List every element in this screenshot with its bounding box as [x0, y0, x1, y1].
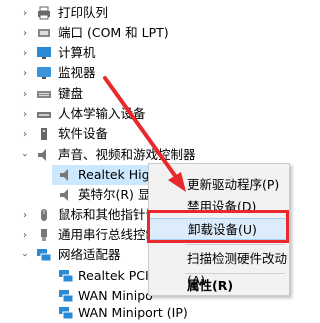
- menu-item-uninstall-device[interactable]: 卸载设备(U): [149, 218, 289, 240]
- tree-item-label: Realtek PCIe: [78, 268, 157, 283]
- menu-separator: [185, 273, 285, 274]
- chevron-right-icon[interactable]: ›: [20, 8, 30, 19]
- network-adapter-icon: [59, 307, 74, 320]
- tree-item-label: WAN Miniport (IP): [78, 305, 188, 320]
- tree-item-monitors[interactable]: › 监视器: [0, 63, 290, 83]
- speaker-icon: [38, 149, 46, 161]
- tree-item-software-devices[interactable]: › 软件设备: [0, 124, 290, 144]
- tree-item-keyboards[interactable]: › 键盘: [0, 84, 290, 104]
- computer-icon: [37, 47, 51, 59]
- tree-item-label: 网络适配器: [58, 247, 121, 262]
- tree-item-wan-miniport-ip[interactable]: WAN Miniport (IP): [0, 303, 290, 323]
- menu-item-scan-hardware[interactable]: 扫描检测硬件改动(A): [149, 248, 289, 288]
- tree-item-computer[interactable]: › 计算机: [0, 43, 290, 63]
- menu-item-properties[interactable]: 属性(R): [149, 275, 289, 297]
- chevron-right-icon[interactable]: ›: [20, 129, 30, 140]
- tree-item-label: 声音、视频和游戏控制器: [58, 147, 196, 162]
- chevron-down-icon[interactable]: ›: [20, 150, 31, 160]
- chevron-down-icon[interactable]: ›: [20, 250, 31, 260]
- print-queue-icon: [38, 6, 50, 20]
- tree-item-label: 鼠标和其他指针设: [58, 207, 159, 222]
- chevron-right-icon[interactable]: ›: [20, 48, 30, 59]
- tree-item-label: 软件设备: [58, 126, 109, 141]
- tree-item-hid[interactable]: › 人体学输入设备: [0, 104, 290, 124]
- monitor-icon: [37, 67, 51, 79]
- tree-item-label: 计算机: [58, 45, 96, 60]
- mouse-icon: [41, 209, 47, 221]
- tree-item-label: 打印队列: [58, 5, 109, 20]
- chevron-right-icon[interactable]: ›: [20, 230, 30, 241]
- chevron-right-icon[interactable]: ›: [20, 210, 30, 221]
- tree-item-sound-video-game[interactable]: › 声音、视频和游戏控制器: [0, 145, 290, 165]
- context-menu: 更新驱动程序(P) 禁用设备(D) 卸载设备(U) 扫描检测硬件改动(A) 属性…: [148, 163, 290, 296]
- port-icon: [38, 29, 50, 37]
- usb-icon: [41, 229, 47, 241]
- software-device-icon: [41, 128, 47, 140]
- tree-item-label: 人体学输入设备: [58, 106, 146, 121]
- chevron-right-icon[interactable]: ›: [20, 109, 30, 120]
- tree-item-print-queue[interactable]: › 打印队列: [0, 3, 290, 23]
- tree-item-label: 键盘: [58, 86, 84, 101]
- keyboard-icon: [37, 91, 51, 98]
- menu-item-disable-device[interactable]: 禁用设备(D): [149, 196, 289, 218]
- chevron-right-icon[interactable]: ›: [20, 89, 30, 100]
- menu-separator: [185, 244, 285, 245]
- network-adapter-icon: [37, 249, 52, 262]
- tree-item-label: 端口 (COM 和 LPT): [58, 25, 169, 40]
- hid-icon: [37, 112, 51, 118]
- tree-item-ports[interactable]: › 端口 (COM 和 LPT): [0, 23, 290, 43]
- speaker-icon: [60, 169, 68, 181]
- chevron-right-icon[interactable]: ›: [20, 68, 30, 79]
- network-adapter-icon: [59, 290, 74, 303]
- tree-item-label: 通用串行总线控制: [58, 227, 159, 242]
- chevron-right-icon[interactable]: ›: [20, 28, 30, 39]
- tree-item-label: WAN Minipo: [78, 288, 153, 303]
- menu-item-update-driver[interactable]: 更新驱动程序(P): [149, 174, 289, 196]
- tree-item-label: 监视器: [58, 65, 96, 80]
- speaker-icon: [60, 189, 68, 201]
- network-adapter-icon: [59, 270, 74, 283]
